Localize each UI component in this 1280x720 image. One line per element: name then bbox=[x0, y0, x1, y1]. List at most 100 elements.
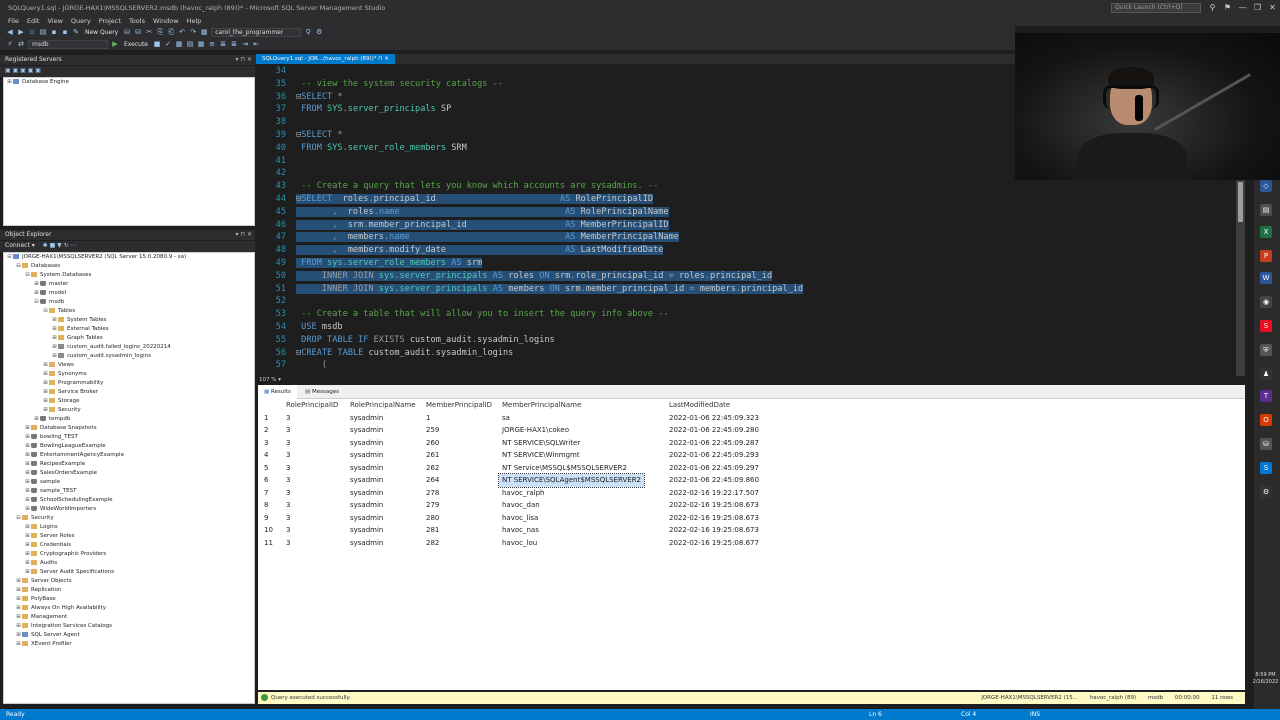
paste-icon[interactable]: ⎗ bbox=[167, 28, 175, 36]
collapse-icon[interactable]: ⊟ bbox=[6, 253, 13, 262]
table-row[interactable]: 2 3 sysadmin 259 JORGE-HAX1\cokeo 2022-01-06 … bbox=[258, 424, 1245, 437]
explorer-icon[interactable]: ▤ bbox=[1260, 204, 1272, 216]
tree-node-database-engine[interactable]: ⊞ Database Engine bbox=[4, 78, 254, 87]
tree-node[interactable]: ⊞ Synonyms bbox=[4, 370, 254, 379]
editor-scrollbar[interactable] bbox=[1236, 180, 1245, 376]
tab-results[interactable]: ▦ Results bbox=[258, 385, 297, 399]
expand-icon[interactable]: ⊞ bbox=[24, 550, 31, 559]
table-cell[interactable]: 3 bbox=[286, 424, 290, 437]
results-to-text-icon[interactable]: ≡ bbox=[208, 40, 216, 48]
expand-icon[interactable]: ⊞ bbox=[24, 532, 31, 541]
tree-node[interactable]: ⊞ EntertainmentAgencyExample bbox=[4, 451, 254, 460]
tree-node[interactable]: ⊞ Views bbox=[4, 361, 254, 370]
table-cell[interactable]: 3 bbox=[286, 512, 290, 525]
expand-icon[interactable]: ⊞ bbox=[24, 469, 31, 478]
table-cell[interactable]: 3 bbox=[286, 487, 290, 500]
table-cell[interactable]: 2022-02-16 19:25:08.673 bbox=[669, 499, 759, 512]
expand-icon[interactable]: ⊞ bbox=[24, 568, 31, 577]
table-cell[interactable]: sysadmin bbox=[350, 437, 383, 450]
table-cell[interactable]: havoc_dan bbox=[502, 499, 540, 512]
table-cell[interactable]: 2022-01-06 22:45:09.860 bbox=[669, 474, 759, 487]
save-all-icon[interactable]: ▪ bbox=[61, 28, 69, 36]
table-cell[interactable]: 3 bbox=[286, 524, 290, 537]
expand-icon[interactable]: ⊞ bbox=[51, 325, 58, 334]
stop-icon[interactable]: ■ bbox=[153, 40, 161, 48]
search-icon[interactable]: ⚲ bbox=[1205, 3, 1220, 12]
code-line[interactable]: 46 , srm.member_principal_id AS MemberPr… bbox=[258, 219, 669, 232]
table-cell[interactable]: sysadmin bbox=[350, 537, 383, 550]
tree-node[interactable]: ⊞ Audits bbox=[4, 559, 254, 568]
tree-node[interactable]: ⊞ Server Objects bbox=[4, 577, 254, 586]
expand-icon[interactable]: ⊞ bbox=[24, 487, 31, 496]
tree-node[interactable]: ⊞ WideWorldImporters bbox=[4, 505, 254, 514]
table-cell[interactable]: 3 bbox=[286, 437, 290, 450]
office-icon[interactable]: O bbox=[1260, 414, 1272, 426]
table-cell[interactable]: 279 bbox=[426, 499, 439, 512]
table-cell[interactable]: havoc_lisa bbox=[502, 512, 538, 525]
results-grid[interactable]: RolePrincipalID RolePrincipalName MemberPr… bbox=[258, 399, 1245, 690]
table-cell[interactable]: 3 bbox=[286, 449, 290, 462]
code-line[interactable]: 36 ⊟SELECT * bbox=[258, 91, 343, 104]
row-number[interactable]: 2 bbox=[264, 424, 268, 437]
query-designer-icon[interactable]: ▤ bbox=[186, 40, 194, 48]
tree-node[interactable]: ⊞ Cryptographic Providers bbox=[4, 550, 254, 559]
table-cell[interactable]: 3 bbox=[286, 462, 290, 475]
login-combo[interactable]: carol_the_programmer bbox=[211, 27, 302, 37]
word-icon[interactable]: W bbox=[1260, 272, 1272, 284]
cut-icon[interactable]: ✂ bbox=[145, 28, 153, 36]
table-cell[interactable]: sysadmin bbox=[350, 424, 383, 437]
expand-icon[interactable]: ⊞ bbox=[24, 451, 31, 460]
collapse-icon[interactable]: ⊟ bbox=[24, 271, 31, 280]
column-header[interactable]: LastModifiedDate bbox=[669, 399, 730, 412]
row-number[interactable]: 9 bbox=[264, 512, 268, 525]
tree-node[interactable]: ⊞ System Tables bbox=[4, 316, 254, 325]
expand-icon[interactable]: ⊞ bbox=[24, 523, 31, 532]
menu-window[interactable]: Window bbox=[149, 17, 183, 25]
expand-icon[interactable]: ⊞ bbox=[15, 586, 22, 595]
tree-node[interactable]: ⊟ JORGE-HAX1\MSSQLSERVER2 (SQL Server 15.… bbox=[4, 253, 254, 262]
expand-icon[interactable]: ⊞ bbox=[33, 415, 40, 424]
table-cell[interactable]: 2022-02-16 19:25:08.677 bbox=[669, 537, 759, 550]
tree-node[interactable]: ⊞ Graph Tables bbox=[4, 334, 254, 343]
table-cell[interactable]: 278 bbox=[426, 487, 439, 500]
column-header[interactable]: MemberPrincipalName bbox=[502, 399, 581, 412]
settings-icon[interactable]: ⚙ bbox=[1260, 486, 1272, 498]
table-cell[interactable]: sysadmin bbox=[350, 524, 383, 537]
scrollbar-thumb[interactable] bbox=[1238, 182, 1243, 222]
table-row[interactable]: 11 3 sysadmin 282 havoc_lou 2022-02-16 19:25:… bbox=[258, 537, 1245, 550]
expand-icon[interactable]: ⊞ bbox=[51, 352, 58, 361]
table-cell[interactable]: 2022-01-06 22:45:09.293 bbox=[669, 449, 759, 462]
table-cell[interactable]: 264 bbox=[426, 474, 439, 487]
table-cell[interactable]: 260 bbox=[426, 437, 439, 450]
parse-icon[interactable]: ✓ bbox=[164, 40, 172, 48]
expand-icon[interactable]: ⊞ bbox=[33, 289, 40, 298]
table-cell[interactable]: 3 bbox=[286, 499, 290, 512]
tree-node[interactable]: ⊞ Database Snapshots bbox=[4, 424, 254, 433]
table-cell[interactable]: NT SERVICE\SQLWriter bbox=[502, 437, 580, 450]
registered-servers-pin-buttons[interactable]: ▾ ⊓ ✕ bbox=[235, 55, 252, 65]
indent-icon[interactable]: ⇥ bbox=[241, 40, 249, 48]
code-line[interactable]: 55 DROP TABLE IF EXISTS custom_audit.sys… bbox=[258, 334, 555, 347]
expand-icon[interactable]: ⊞ bbox=[24, 505, 31, 514]
clock-time[interactable]: 8:59 PM bbox=[1251, 672, 1280, 679]
table-cell[interactable]: 281 bbox=[426, 524, 439, 537]
column-header[interactable]: MemberPrincipalID bbox=[426, 399, 492, 412]
expand-icon[interactable]: ⊞ bbox=[51, 316, 58, 325]
tab-sqlquery1[interactable]: SQLQuery1.sql - JOR...(havoc_ralph (89))… bbox=[256, 54, 395, 64]
tab-messages[interactable]: ▤ Messages bbox=[299, 385, 345, 399]
tree-node[interactable]: ⊞ Always On High Availability bbox=[4, 604, 254, 613]
back-icon[interactable]: ◀ bbox=[6, 28, 14, 36]
table-row[interactable]: 1 3 sysadmin 1 sa 2022-01-06 22:45:09.323 bbox=[258, 412, 1245, 425]
menu-view[interactable]: View bbox=[43, 17, 66, 25]
code-line[interactable]: 40 FROM SYS.server_role_members SRM bbox=[258, 142, 467, 155]
ssms-icon[interactable]: ⛁ bbox=[1260, 438, 1272, 450]
tree-node[interactable]: ⊞ PolyBase bbox=[4, 595, 254, 604]
tree-node[interactable]: ⊞ Logins bbox=[4, 523, 254, 532]
code-line[interactable]: 54 USE msdb bbox=[258, 321, 343, 334]
tree-node[interactable]: ⊞ Management bbox=[4, 613, 254, 622]
database-select[interactable]: msdb bbox=[28, 39, 108, 49]
code-line[interactable]: 48 , members.modify_date AS LastModified… bbox=[258, 244, 664, 257]
table-cell[interactable]: 2022-01-06 22:45:09.280 bbox=[669, 424, 759, 437]
menu-tools[interactable]: Tools bbox=[125, 17, 149, 25]
new-query-icon[interactable]: ✎ bbox=[72, 28, 80, 36]
